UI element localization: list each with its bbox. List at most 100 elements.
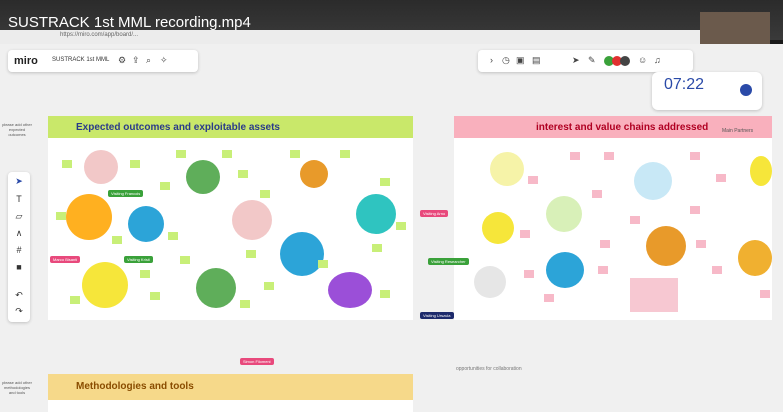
sticky-note[interactable] xyxy=(716,174,726,182)
sticky-note[interactable] xyxy=(690,206,700,214)
sticky-note[interactable] xyxy=(246,250,256,258)
sticky-note[interactable] xyxy=(696,240,706,248)
cursor-tag: Marco Bisanti xyxy=(50,256,81,263)
collaboration-toolbar xyxy=(478,50,693,72)
sticky-note[interactable] xyxy=(238,170,248,178)
sticky-note[interactable] xyxy=(222,150,232,158)
cursor-tag: Visiting Kristi xyxy=(124,256,153,263)
sticky-note[interactable] xyxy=(290,150,300,158)
sticky-note[interactable] xyxy=(140,270,150,278)
pen-icon[interactable]: ∧ xyxy=(12,228,26,239)
cluster-shape[interactable] xyxy=(280,232,324,276)
cluster-shape[interactable] xyxy=(646,226,686,266)
cursor-tag: Simon Filomeni xyxy=(240,358,274,365)
url-text[interactable]: https://miro.com/app/board/... xyxy=(60,32,138,38)
board-icon[interactable]: ▤ xyxy=(532,55,541,66)
sticky-note[interactable] xyxy=(630,216,640,224)
bell-icon[interactable]: ♫ xyxy=(654,55,661,65)
frame-methodologies[interactable] xyxy=(48,400,413,412)
sticky-note[interactable] xyxy=(340,150,350,158)
sticky-note[interactable] xyxy=(160,182,170,190)
cluster-shape[interactable] xyxy=(474,266,506,298)
cluster-shape[interactable] xyxy=(546,252,584,288)
pen-icon[interactable]: ✎ xyxy=(588,55,596,66)
cursor-tag: Visiting Researcher xyxy=(428,258,469,265)
sticky-note[interactable] xyxy=(600,240,610,248)
sticky-note[interactable] xyxy=(760,290,770,298)
cluster-shape[interactable] xyxy=(300,160,328,188)
sticky-note[interactable] xyxy=(380,290,390,298)
sticky-note[interactable] xyxy=(570,152,580,160)
reactions-icon[interactable]: ✧ xyxy=(160,55,168,66)
sticky-note[interactable] xyxy=(604,152,614,160)
sticky-note[interactable] xyxy=(592,190,602,198)
sticky-note[interactable] xyxy=(150,292,160,300)
sticky-note[interactable] xyxy=(372,244,382,252)
cluster-shape[interactable] xyxy=(490,152,524,186)
timer-icon[interactable]: ◷ xyxy=(502,55,510,66)
cursor-tag: Visiting Francois xyxy=(108,190,144,197)
cluster-shape[interactable] xyxy=(356,194,396,234)
cluster-shape[interactable] xyxy=(196,268,236,308)
cluster-shape[interactable] xyxy=(84,150,118,184)
sticky-icon[interactable]: ▱ xyxy=(12,211,26,222)
cursor-tag: Visiting Urszula xyxy=(420,312,454,319)
sticky-note[interactable] xyxy=(598,266,608,274)
avatar[interactable] xyxy=(620,56,630,66)
side-label: please add other expected outcomes xyxy=(2,122,32,137)
sticky-note[interactable] xyxy=(112,236,122,244)
timer-pause-button[interactable] xyxy=(740,84,752,96)
sticky-note[interactable] xyxy=(528,176,538,184)
sticky-note[interactable] xyxy=(62,160,72,168)
cluster-shape[interactable] xyxy=(634,162,672,200)
sticky-note[interactable] xyxy=(520,230,530,238)
sticky-note[interactable] xyxy=(176,150,186,158)
cluster-shape[interactable] xyxy=(738,240,772,276)
sticky-note[interactable] xyxy=(712,266,722,274)
sticky-note[interactable] xyxy=(380,178,390,186)
cluster-shape[interactable] xyxy=(750,156,772,186)
cluster-shape[interactable] xyxy=(232,200,272,240)
sticky-note[interactable] xyxy=(264,282,274,290)
opportunities-label: opportunities for collaboration xyxy=(456,366,522,372)
frames-icon[interactable]: ▣ xyxy=(516,55,525,66)
sticky-note[interactable] xyxy=(396,222,406,230)
sticky-note[interactable] xyxy=(70,296,80,304)
cluster-shape[interactable] xyxy=(328,272,372,308)
emoji-icon[interactable]: ☺ xyxy=(638,55,647,65)
side-label: please add other methodologies and tools xyxy=(2,380,32,395)
cluster-shape[interactable] xyxy=(66,194,112,240)
cluster-shape[interactable] xyxy=(482,212,514,244)
cluster-shape[interactable] xyxy=(546,196,582,232)
sticky-note[interactable] xyxy=(690,152,700,160)
undo-icon[interactable]: ↶ xyxy=(12,290,26,301)
cursor-icon[interactable]: ➤ xyxy=(12,176,26,187)
sticky-note[interactable] xyxy=(318,260,328,268)
play-icon[interactable]: › xyxy=(490,55,493,65)
sticky-note[interactable] xyxy=(56,212,66,220)
text-card[interactable] xyxy=(630,278,678,312)
upload-icon[interactable]: ⇪ xyxy=(132,55,140,66)
frame-icon[interactable]: # xyxy=(12,245,26,255)
timer-display: 07:22 xyxy=(664,76,705,93)
board-name[interactable]: SUSTRACK 1st MML xyxy=(52,57,109,63)
sticky-note[interactable] xyxy=(168,232,178,240)
cluster-shape[interactable] xyxy=(128,206,164,242)
sticky-note[interactable] xyxy=(180,256,190,264)
more-icon[interactable]: ■ xyxy=(12,262,26,272)
sticky-note[interactable] xyxy=(240,300,250,308)
frame-subtitle: Main Partners xyxy=(722,128,754,134)
cluster-shape[interactable] xyxy=(82,262,128,308)
sticky-note[interactable] xyxy=(544,294,554,302)
miro-logo[interactable]: miro xyxy=(14,55,38,67)
webcam-feed xyxy=(700,12,770,48)
settings-icon[interactable]: ⚙ xyxy=(118,55,126,66)
cursor-icon[interactable]: ➤ xyxy=(572,55,580,66)
redo-icon[interactable]: ↷ xyxy=(12,306,26,317)
sticky-note[interactable] xyxy=(260,190,270,198)
sticky-note[interactable] xyxy=(524,270,534,278)
search-icon[interactable]: ⌕ xyxy=(146,55,151,66)
text-icon[interactable]: T xyxy=(12,194,26,204)
cluster-shape[interactable] xyxy=(186,160,220,194)
sticky-note[interactable] xyxy=(130,160,140,168)
